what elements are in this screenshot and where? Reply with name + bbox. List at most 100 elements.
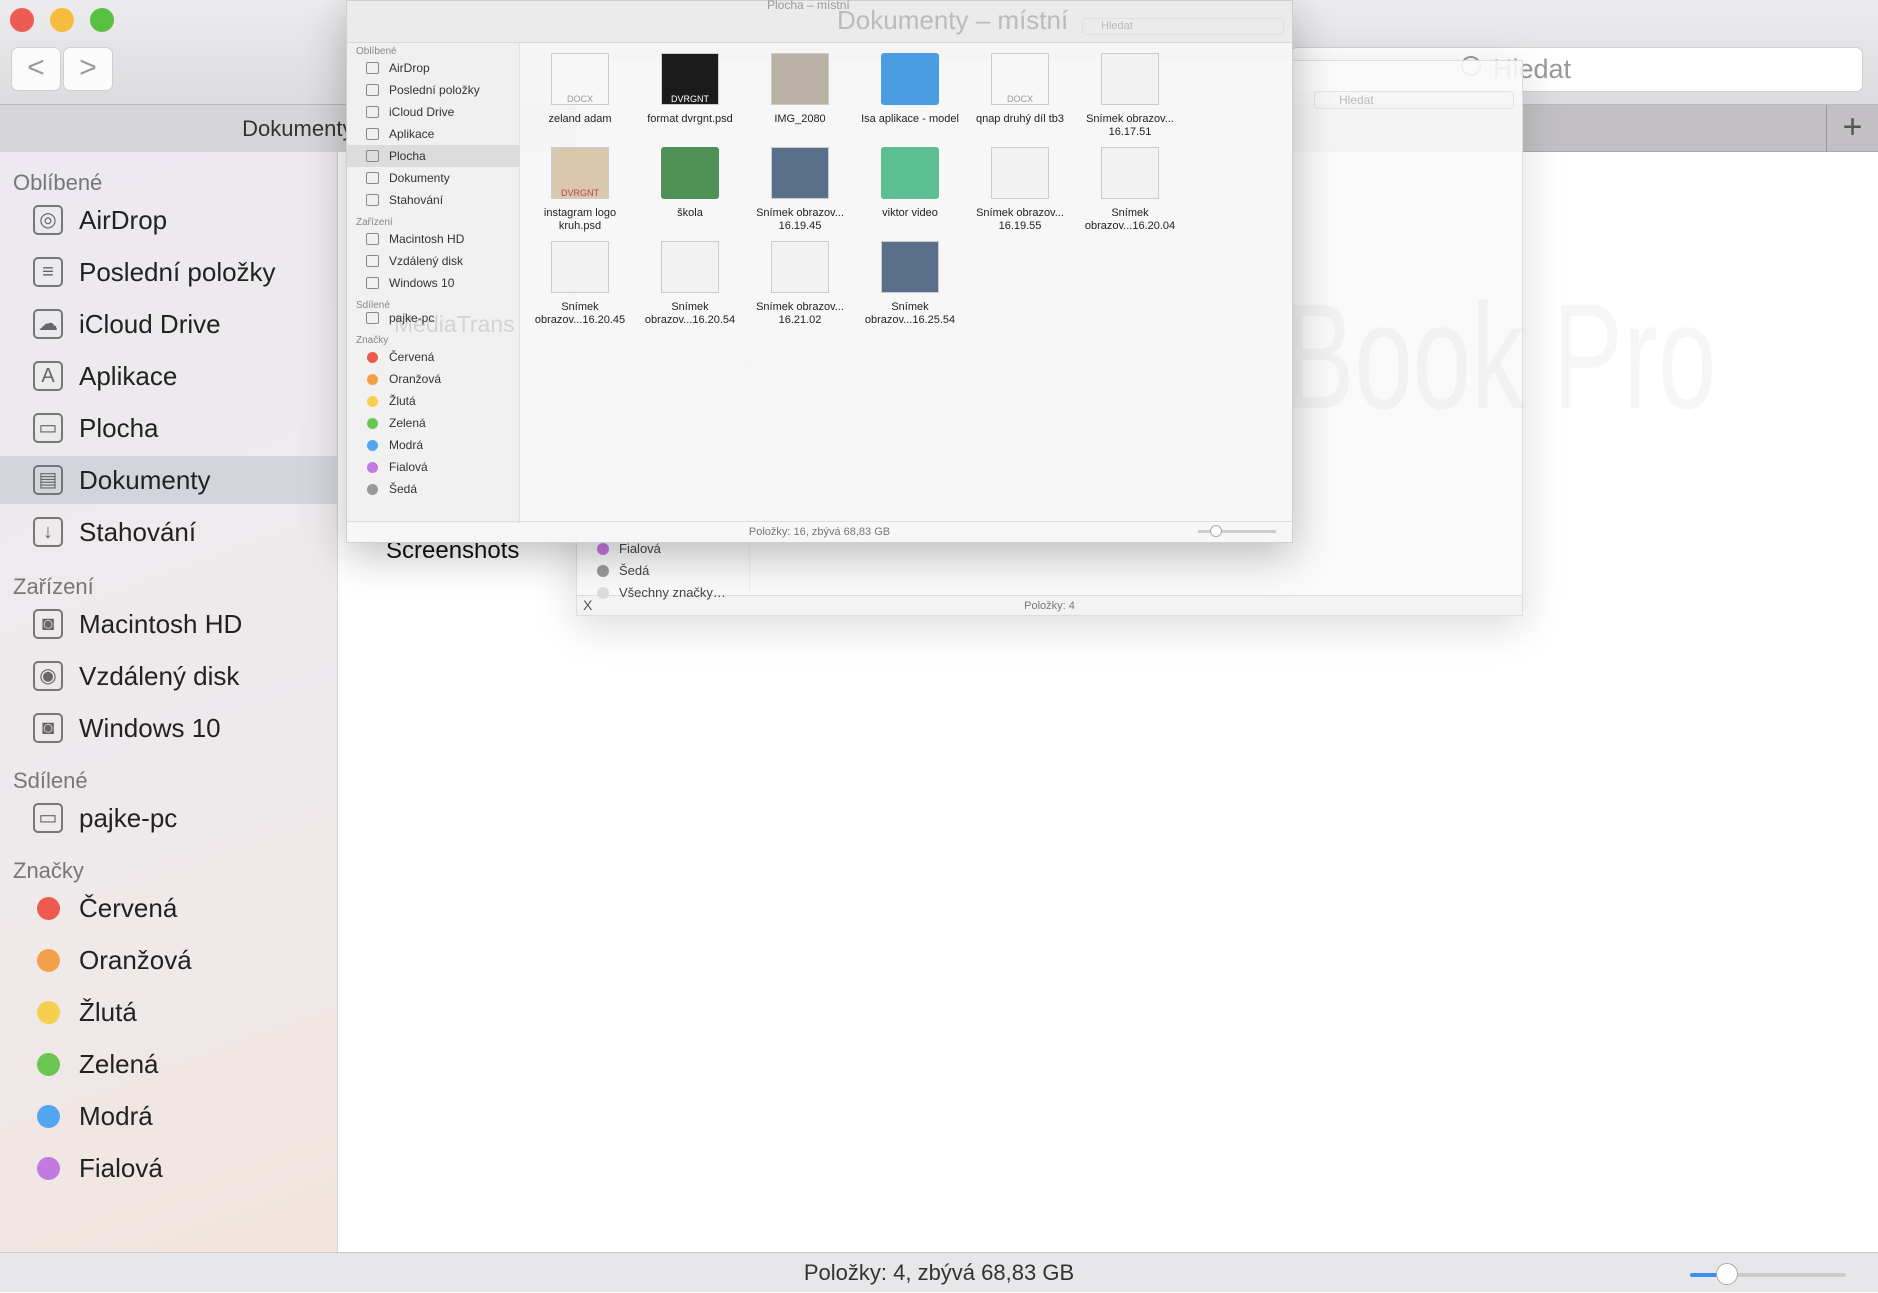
front-sidebar-item[interactable]: Šedá [347,478,520,500]
front-sidebar-item[interactable]: Macintosh HD [347,228,520,250]
front-sidebar-item[interactable]: Stahování [347,189,520,211]
front-tags-header: Značky [356,335,389,346]
image-beige-icon: DVRGNT [551,147,609,199]
file-item[interactable]: Snímek obrazov... 16.19.45 [745,147,855,233]
sidebar-item-plocha[interactable]: ▭ Plocha [0,404,338,452]
front-sidebar-item[interactable]: Poslední položky [347,79,520,101]
bg-tag-1[interactable]: Šedá [597,563,649,578]
front-sidebar-item[interactable]: Žlutá [347,390,520,412]
zoom-window-button[interactable] [90,8,114,32]
sidebar-item-airdrop[interactable]: ◎ AirDrop [0,196,338,244]
front-sidebar-label: Šedá [389,482,418,496]
front-sidebar-item[interactable]: AirDrop [347,57,520,79]
sidebar-item-dokumenty[interactable]: ▤ Dokumenty [0,456,338,504]
file-item[interactable]: Snímek obrazov... 16.19.55 [965,147,1075,233]
front-search-input[interactable]: Hledat [1082,18,1284,35]
file-item[interactable]: DVRGNT format dvrgnt.psd [635,53,745,126]
new-tab-button[interactable]: + [1826,105,1878,152]
tag-color-dot-icon [367,484,378,495]
documents-icon: ▤ [33,465,63,495]
sidebar-item-modrá[interactable]: Modrá [0,1092,338,1140]
sidebar-item-label: Poslední položky [79,257,276,287]
file-item[interactable]: škola [635,147,745,220]
screenshot-icon [551,241,609,293]
bg-tag-0[interactable]: Fialová [597,541,661,556]
sidebar-item-icloud-drive[interactable]: ☁ iCloud Drive [0,300,338,348]
screenshot-icon [661,241,719,293]
file-item[interactable]: DOCX qnap druhý díl tb3 [965,53,1075,126]
bg-tag-label: Všechny značky… [619,585,726,600]
file-name: zeland adam [548,113,612,125]
close-window-button[interactable] [10,8,34,32]
folder-teal-icon [881,147,939,199]
bg-tag-label: Šedá [619,563,650,578]
icon-size-slider[interactable] [1690,1263,1846,1285]
sidebar-item-vzdálený-disk[interactable]: ◉ Vzdálený disk [0,652,338,700]
back-button[interactable]: < [11,47,61,91]
front-icon-size-slider[interactable] [1198,525,1276,537]
front-finder-window[interactable]: Plocha – místní Dokumenty – místní Hleda… [346,0,1293,543]
tags-header: Značky [13,858,84,883]
front-sidebar-item[interactable]: Červená [347,346,520,368]
sidebar-item-červená[interactable]: Červená [0,884,338,932]
favorites-header: Oblíbené [13,170,103,195]
sidebar-item-label: Macintosh HD [79,609,243,639]
front-sidebar-label: Windows 10 [389,276,455,290]
front-devices-header: Zařízení [356,217,393,228]
sidebar-item-žlutá[interactable]: Žlutá [0,988,338,1036]
sidebar-item-label: Žlutá [79,997,137,1027]
front-sidebar-item[interactable]: Fialová [347,456,520,478]
forward-button[interactable]: > [63,47,113,91]
front-sidebar-item[interactable]: Modrá [347,434,520,456]
sidebar-item-oranžová[interactable]: Oranžová [0,936,338,984]
sidebar-item-label: Stahování [79,517,197,547]
tag-color-dot-icon [367,352,378,363]
sidebar-item-label: Červená [79,893,178,923]
front-sidebar-item[interactable]: Plocha [347,145,520,167]
file-item[interactable]: Snímek obrazov...16.20.45 [525,241,635,327]
minimize-window-button[interactable] [50,8,74,32]
tag-color-dot-icon [37,1053,60,1076]
file-item[interactable]: DVRGNT instagram logo kruh.psd [525,147,635,233]
file-item[interactable]: viktor video [855,147,965,220]
bg-search-input[interactable]: Hledat [1314,91,1514,109]
sidebar-item-stahování[interactable]: ↓ Stahování [0,508,338,556]
tag-color-dot-icon [367,396,378,407]
sidebar-item-macintosh-hd[interactable]: ◙ Macintosh HD [0,600,338,648]
file-name: viktor video [882,207,938,219]
sidebar-item-windows-10[interactable]: ◙ Windows 10 [0,704,338,752]
file-item[interactable]: Snímek obrazov... 16.17.51 [1075,53,1185,139]
sidebar-item-poslední-položky[interactable]: ≡ Poslední položky [0,248,338,296]
front-sidebar-item[interactable]: Aplikace [347,123,520,145]
sidebar-item-icon [366,194,379,206]
sidebar-item-pajke-pc[interactable]: ▭ pajke-pc [0,794,338,842]
front-sidebar-item[interactable]: Oranžová [347,368,520,390]
slider-knob[interactable] [1716,1263,1738,1285]
status-bar: Položky: 4, zbývá 68,83 GB [0,1252,1878,1292]
file-item[interactable]: DOCX zeland adam [525,53,635,126]
sidebar-item-aplikace[interactable]: A Aplikace [0,352,338,400]
tag-color-dot-icon [597,587,609,599]
front-sidebar-item[interactable]: iCloud Drive [347,101,520,123]
file-item[interactable]: Isa aplikace - model [855,53,965,126]
sidebar-item-label: Vzdálený disk [79,661,240,691]
docx-icon: DOCX [991,53,1049,105]
sidebar-item-icon [366,84,379,96]
tag-color-dot-icon [597,543,609,555]
front-sidebar-item[interactable]: Windows 10 [347,272,520,294]
front-sidebar-label: Aplikace [389,127,435,141]
front-sidebar-item[interactable]: Dokumenty [347,167,520,189]
bg-tag-2[interactable]: Všechny značky… [597,585,726,600]
file-item[interactable]: Snímek obrazov...16.20.54 [635,241,745,327]
sidebar-item-zelená[interactable]: Zelená [0,1040,338,1088]
front-sidebar-item[interactable]: Vzdálený disk [347,250,520,272]
file-item[interactable]: Snímek obrazov...16.20.04 [1075,147,1185,233]
file-item[interactable]: Snímek obrazov...16.25.54 [855,241,965,327]
file-item[interactable]: IMG_2080 [745,53,855,126]
bg-close-icon[interactable]: X [583,597,592,613]
front-sidebar-label: iCloud Drive [389,105,455,119]
sidebar-item-fialová[interactable]: Fialová [0,1144,338,1192]
front-sidebar-item[interactable]: Zelená [347,412,520,434]
file-item[interactable]: Snímek obrazov... 16.21.02 [745,241,855,327]
front-sidebar-label: Žlutá [389,394,416,408]
